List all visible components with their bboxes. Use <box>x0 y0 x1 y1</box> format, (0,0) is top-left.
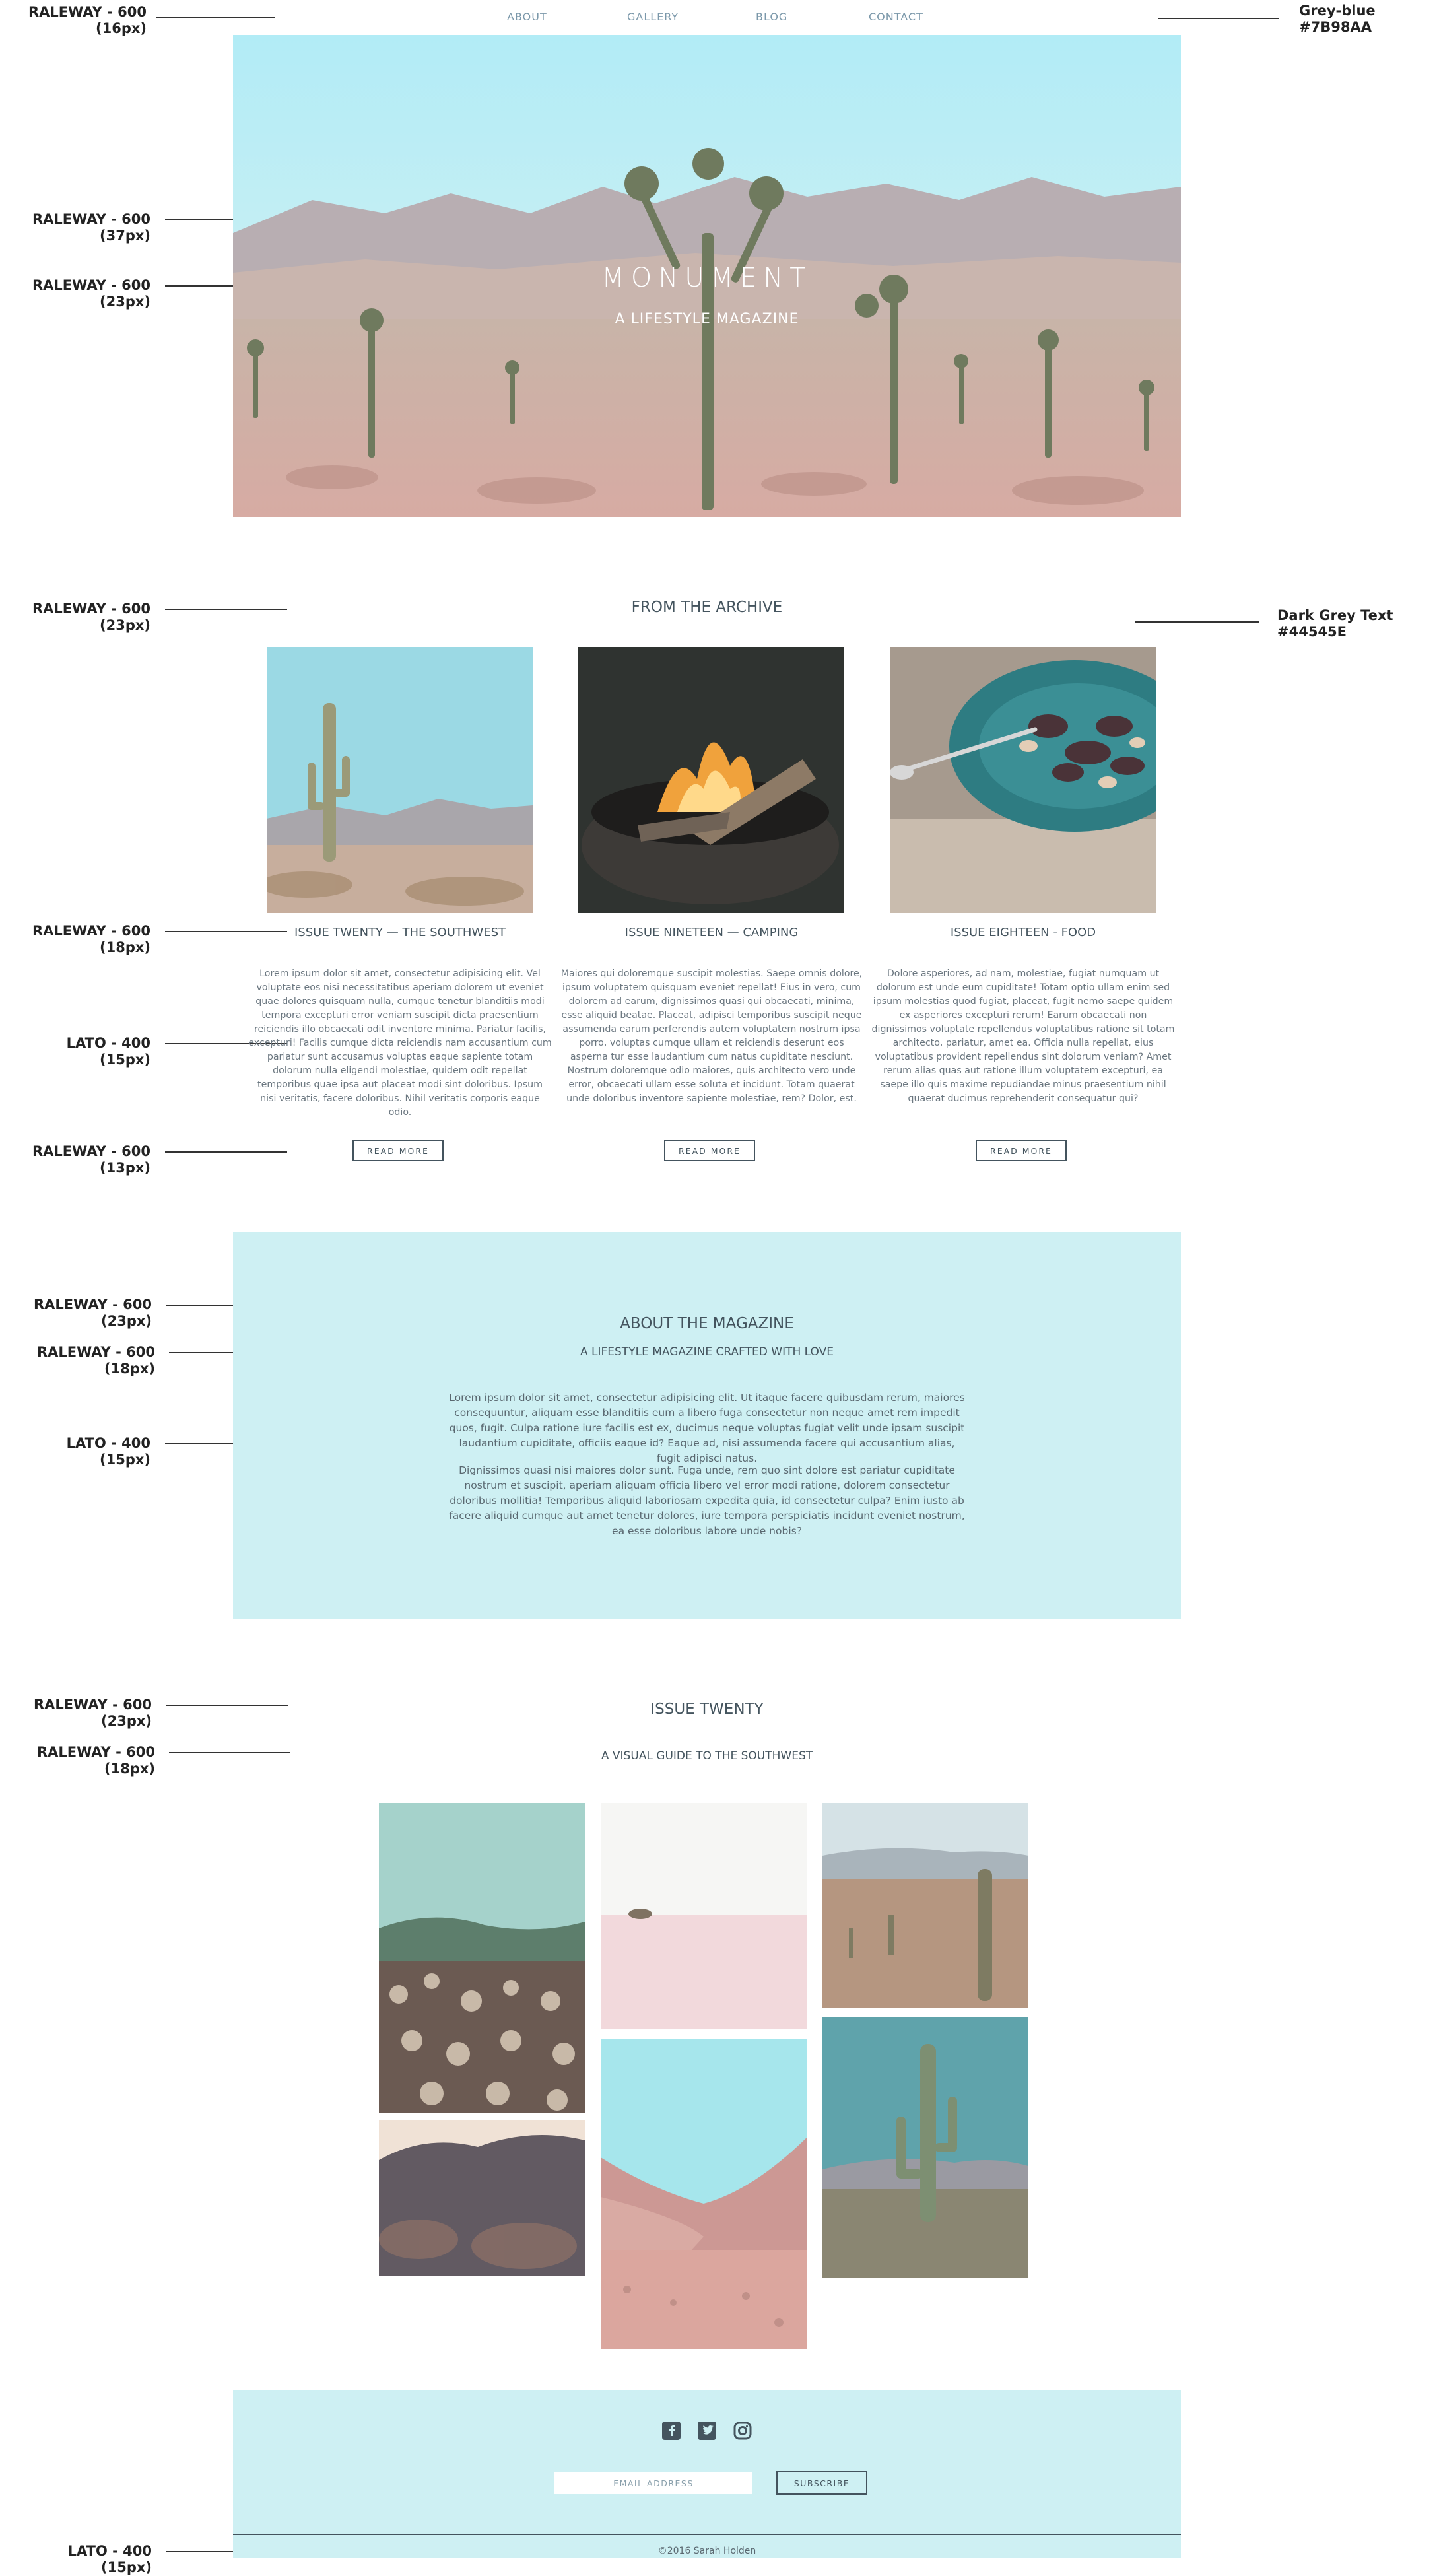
card-title[interactable]: ISSUE NINETEEN — CAMPING <box>560 926 863 939</box>
annotation-size: (37px) <box>100 228 150 244</box>
annotation-text: RALEWAY - 600 <box>34 1297 152 1312</box>
annotation-text: RALEWAY - 600 <box>32 601 150 617</box>
leader-line <box>156 17 275 18</box>
annotation-size: (15px) <box>100 1452 150 1468</box>
annotation-nav-font: RALEWAY - 600 (16px) <box>20 4 147 37</box>
annotation-size: (13px) <box>100 1160 150 1176</box>
footer: EMAIL ADDRESS SUBSCRIBE ©2016 Sarah Hold… <box>233 2390 1181 2558</box>
gallery-image-salt-flat[interactable] <box>601 1803 807 2029</box>
about-title: ABOUT THE MAGAZINE <box>620 1315 794 1332</box>
subscribe-button[interactable]: SUBSCRIBE <box>776 2471 867 2495</box>
salt-flat-photo <box>601 1803 807 2029</box>
saguaro-sky-photo <box>822 2017 1028 2278</box>
annotation-issue-title: RALEWAY - 600 (23px) <box>20 1697 152 1730</box>
annotation-text: RALEWAY - 600 <box>32 1143 150 1159</box>
nav-gallery[interactable]: GALLERY <box>627 11 679 23</box>
gallery-image-cholla[interactable] <box>379 1803 585 2113</box>
archive-heading: FROM THE ARCHIVE <box>631 599 783 616</box>
annotation-size: #44545E <box>1277 624 1347 640</box>
about-paragraph-2: Dignissimos quasi nisi maiores dolor sun… <box>449 1464 965 1537</box>
annotation-button: RALEWAY - 600 (13px) <box>20 1143 150 1176</box>
annotation-text: RALEWAY - 600 <box>32 277 150 293</box>
hero-subtitle: A LIFESTYLE MAGAZINE <box>615 311 799 327</box>
annotation-size: (15px) <box>100 1052 150 1068</box>
annotation-size: (18px) <box>100 939 150 955</box>
footer-divider <box>233 2534 1181 2535</box>
nav-about[interactable]: ABOUT <box>507 11 547 23</box>
hero-banner: MONUMENT A LIFESTYLE MAGAZINE <box>233 35 1181 517</box>
leader-line <box>1158 18 1279 19</box>
annotation-about-title: RALEWAY - 600 (23px) <box>20 1297 152 1330</box>
annotation-text: Grey-blue <box>1299 3 1376 18</box>
desert-plain-photo <box>822 1803 1028 2008</box>
email-input[interactable]: EMAIL ADDRESS <box>554 2472 752 2494</box>
gallery-image-saguaro-2[interactable] <box>822 2017 1028 2278</box>
annotation-size: (23px) <box>100 294 150 310</box>
annotation-text: Dark Grey Text <box>1277 607 1393 623</box>
about-section: ABOUT THE MAGAZINE A LIFESTYLE MAGAZINE … <box>233 1232 1181 1619</box>
annotation-text-color: Dark Grey Text #44545E <box>1277 607 1393 640</box>
annotation-size: (15px) <box>101 2559 152 2575</box>
saguaro-cactus-photo <box>267 647 533 913</box>
annotation-size: (18px) <box>104 1761 155 1777</box>
about-paragraph-1: Lorem ipsum dolor sit amet, consectetur … <box>449 1392 965 1464</box>
leader-line <box>165 1151 287 1153</box>
copyright-text: ©2016 Sarah Holden <box>657 2546 756 2556</box>
annotation-size: (23px) <box>100 617 150 633</box>
gallery-image-canyon[interactable] <box>601 2039 807 2349</box>
annotation-text: RALEWAY - 600 <box>32 923 150 939</box>
card-body: Dolore asperiores, ad nam, molestiae, fu… <box>871 968 1175 1104</box>
gallery-image-desert[interactable] <box>822 1803 1028 2008</box>
nav-blog[interactable]: BLOG <box>756 11 787 23</box>
annotation-archive-heading: RALEWAY - 600 (23px) <box>20 601 150 634</box>
annotation-text: RALEWAY - 600 <box>37 1344 155 1360</box>
food-plate-photo <box>890 647 1156 913</box>
annotation-card-body: LATO - 400 (15px) <box>20 1035 150 1068</box>
annotation-size: #7B98AA <box>1299 19 1372 35</box>
annotation-about-body: LATO - 400 (15px) <box>20 1435 150 1468</box>
annotation-about-sub: RALEWAY - 600 (18px) <box>20 1344 155 1377</box>
annotation-size: (18px) <box>104 1361 155 1376</box>
about-subtitle: A LIFESTYLE MAGAZINE CRAFTED WITH LOVE <box>580 1345 834 1359</box>
dusk-mountain-photo <box>379 2120 585 2276</box>
annotation-footer: LATO - 400 (15px) <box>20 2543 152 2576</box>
annotation-card-title: RALEWAY - 600 (18px) <box>20 923 150 956</box>
instagram-icon[interactable] <box>733 2422 752 2440</box>
card-image-campfire[interactable] <box>578 647 844 913</box>
card-image-food[interactable] <box>890 647 1156 913</box>
read-more-button[interactable]: READ MORE <box>352 1140 444 1161</box>
canyon-road-photo <box>601 2039 807 2349</box>
gallery-image-dusk[interactable] <box>379 2120 585 2276</box>
annotation-text: RALEWAY - 600 <box>32 211 150 227</box>
annotation-text: RALEWAY - 600 <box>34 1697 152 1712</box>
read-more-button[interactable]: READ MORE <box>664 1140 755 1161</box>
annotation-text: LATO - 400 <box>66 1435 150 1451</box>
annotation-text: RALEWAY - 600 <box>28 4 147 20</box>
twitter-icon[interactable] <box>698 2422 716 2440</box>
card-body: Maiores qui doloremque suscipit molestia… <box>560 968 863 1104</box>
card-title[interactable]: ISSUE EIGHTEEN - FOOD <box>871 926 1175 939</box>
annotation-hero-sub: RALEWAY - 600 (23px) <box>20 277 150 310</box>
annotation-size: (16px) <box>96 20 147 36</box>
annotation-text: LATO - 400 <box>66 1035 150 1051</box>
annotation-text: RALEWAY - 600 <box>37 1744 155 1760</box>
cholla-garden-photo <box>379 1803 585 2113</box>
annotation-size: (23px) <box>101 1713 152 1729</box>
issue-subtitle: A VISUAL GUIDE TO THE SOUTHWEST <box>601 1749 813 1763</box>
annotation-text: LATO - 400 <box>67 2543 152 2559</box>
annotation-nav-color: Grey-blue #7B98AA <box>1299 3 1376 36</box>
issue-title: ISSUE TWENTY <box>650 1701 764 1718</box>
card-image-saguaro[interactable] <box>267 647 533 913</box>
card-body: Lorem ipsum dolor sit amet, consectetur … <box>248 968 552 1118</box>
annotation-issue-sub: RALEWAY - 600 (18px) <box>20 1744 155 1777</box>
annotation-hero-title: RALEWAY - 600 (37px) <box>20 211 150 244</box>
card-title[interactable]: ISSUE TWENTY — THE SOUTHWEST <box>248 926 552 939</box>
hero-title: MONUMENT <box>601 263 813 293</box>
read-more-button[interactable]: READ MORE <box>976 1140 1067 1161</box>
facebook-icon[interactable] <box>662 2422 681 2440</box>
leader-line <box>1135 621 1259 623</box>
annotation-size: (23px) <box>101 1313 152 1329</box>
nav-contact[interactable]: CONTACT <box>869 11 923 23</box>
campfire-photo <box>578 647 844 913</box>
